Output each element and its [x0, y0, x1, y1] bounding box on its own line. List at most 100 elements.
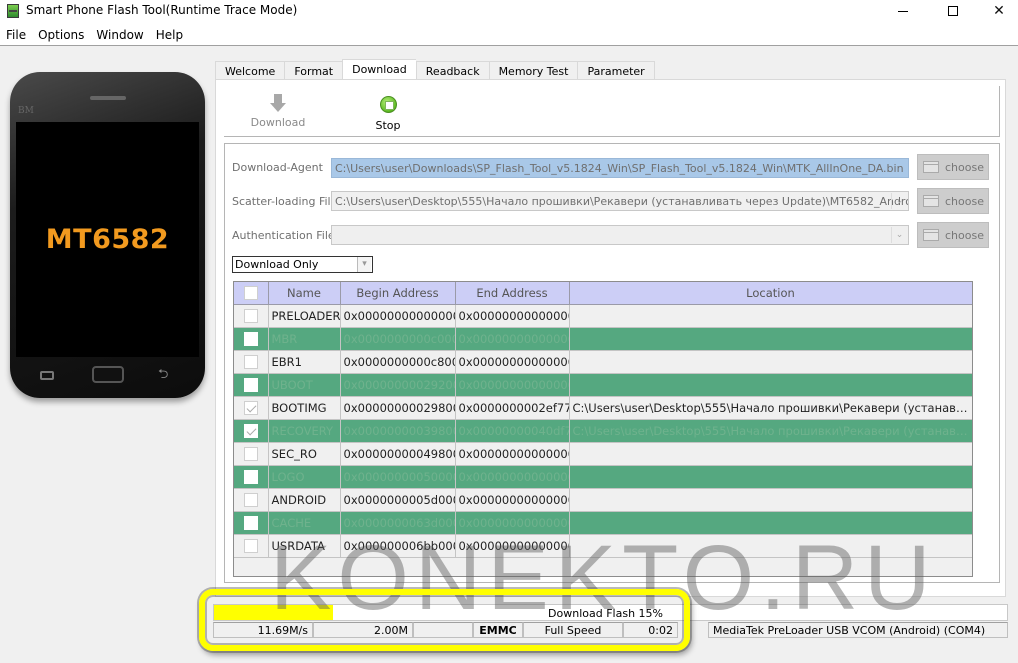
menu-help[interactable]: Help [150, 24, 189, 45]
usb-speed: Full Speed [523, 622, 623, 638]
partition-name: EBR1 [268, 350, 341, 374]
begin-address: 0x0000000063d00000 [340, 511, 456, 535]
choose-download-agent-button[interactable]: choose [917, 154, 989, 180]
tab-memory-test[interactable]: Memory Test [488, 61, 578, 80]
folder-icon [923, 229, 939, 241]
table-row[interactable]: ANDROID0x0000000005d000000x0000000000000… [234, 488, 972, 512]
row-checkbox-cell[interactable] [234, 396, 269, 420]
table-row[interactable]: CACHE0x0000000063d000000x000000000000000… [234, 511, 972, 535]
table-row[interactable]: BOOTIMG0x00000000029800000x0000000002ef7… [234, 396, 972, 420]
row-checkbox-cell[interactable] [234, 350, 269, 374]
tab-parameter[interactable]: Parameter [577, 61, 655, 80]
menu-file[interactable]: File [0, 24, 32, 45]
location [569, 304, 972, 328]
table-row[interactable]: USRDATA0x000000006bb000000x0000000000000… [234, 534, 972, 558]
row-checkbox-cell[interactable] [234, 465, 269, 489]
download-button-label: Download [250, 116, 306, 129]
status-bar: 11.69M/s 2.00M EMMC Full Speed 0:02 Medi… [213, 622, 1010, 638]
phone-back-icon: ⮌ [158, 367, 169, 382]
table-row[interactable]: SEC_RO0x00000000049800000x00000000000000… [234, 442, 972, 466]
end-address: 0x0000000000000000 [455, 373, 570, 397]
chevron-down-icon[interactable]: ⌄ [891, 193, 907, 209]
progress-fill [214, 605, 334, 620]
location [569, 442, 972, 466]
minimize-button[interactable] [880, 0, 926, 22]
begin-address: 0x0000000005000000 [340, 465, 456, 489]
stop-button[interactable]: Stop [358, 94, 418, 132]
choose-label: choose [945, 194, 984, 208]
choose-label: choose [945, 160, 984, 174]
row-checkbox-cell[interactable] [234, 327, 269, 351]
row-checkbox[interactable] [243, 331, 258, 346]
tab-format[interactable]: Format [284, 61, 343, 80]
tab-bar: Welcome Format Download Readback Memory … [215, 59, 655, 80]
maximize-button[interactable] [930, 0, 976, 22]
minimize-icon [898, 10, 908, 12]
row-checkbox-cell[interactable] [234, 511, 269, 535]
phone-home-icon [92, 366, 124, 383]
select-all-checkbox[interactable] [243, 286, 258, 300]
download-toolbar: Download Stop [224, 86, 1000, 137]
location [569, 534, 972, 558]
row-checkbox[interactable] [243, 469, 258, 484]
row-checkbox-cell[interactable] [234, 419, 269, 443]
phone-brand: BM [18, 106, 34, 116]
menu-window[interactable]: Window [90, 24, 149, 45]
row-checkbox[interactable] [243, 538, 258, 553]
row-checkbox-cell[interactable] [234, 488, 269, 512]
table-row[interactable]: LOGO0x00000000050000000x0000000000000000 [234, 465, 972, 489]
partition-name: USRDATA [268, 534, 341, 558]
download-arrow-icon [270, 94, 286, 112]
column-begin-address[interactable]: Begin Address [340, 282, 456, 305]
tab-welcome[interactable]: Welcome [215, 61, 285, 80]
column-name[interactable]: Name [268, 282, 341, 305]
tab-readback[interactable]: Readback [415, 61, 489, 80]
choose-auth-button[interactable]: choose [917, 222, 989, 248]
status-blank [413, 622, 473, 638]
row-checkbox[interactable] [243, 423, 258, 438]
table-row[interactable]: EBR10x0000000000c800000x0000000000000000 [234, 350, 972, 374]
table-row[interactable]: RECOVERY0x00000000039800000x00000000040d… [234, 419, 972, 443]
row-checkbox[interactable] [243, 354, 258, 369]
row-checkbox[interactable] [243, 446, 258, 461]
chevron-down-icon[interactable]: ⌄ [891, 227, 907, 243]
row-checkbox[interactable] [243, 492, 258, 507]
partition-name: CACHE [268, 511, 341, 535]
auth-file-field[interactable]: ⌄ [331, 225, 909, 245]
table-row[interactable]: MBR0x0000000000c000000x0000000000000000 [234, 327, 972, 351]
table-header: Name Begin Address End Address Location [234, 282, 972, 305]
column-location[interactable]: Location [569, 282, 972, 305]
row-checkbox[interactable] [243, 515, 258, 530]
row-checkbox-cell[interactable] [234, 304, 269, 328]
end-address: 0x0000000000000000 [455, 327, 570, 351]
close-button[interactable]: ✕ [976, 0, 1018, 22]
scatter-file-field[interactable]: C:\Users\user\Desktop\555\Начало прошивк… [331, 191, 909, 211]
table-row[interactable]: PRELOADER0x00000000000000000x00000000000… [234, 304, 972, 328]
row-checkbox-cell[interactable] [234, 534, 269, 558]
begin-address: 0x0000000000c80000 [340, 350, 456, 374]
tab-download[interactable]: Download [342, 59, 416, 80]
progress-bar: Download Flash 15% [213, 604, 1008, 621]
title-bar: Smart Phone Flash Tool(Runtime Trace Mod… [0, 0, 1018, 24]
stop-button-label: Stop [375, 119, 401, 132]
begin-address: 0x0000000004980000 [340, 442, 456, 466]
row-checkbox[interactable] [243, 377, 258, 392]
begin-address: 0x0000000002980000 [340, 396, 456, 420]
end-address: 0x00000000040df7ff [455, 419, 570, 443]
download-agent-field[interactable]: C:\Users\user\Downloads\SP_Flash_Tool_v5… [331, 158, 909, 178]
row-checkbox-cell[interactable] [234, 373, 269, 397]
maximize-icon [948, 6, 958, 16]
scatter-file-value: C:\Users\user\Desktop\555\Начало прошивк… [335, 195, 909, 208]
download-mode-select[interactable]: Download Only ▾ [232, 256, 373, 273]
table-row[interactable]: UBOOT0x00000000029200000x000000000000000… [234, 373, 972, 397]
select-all-header[interactable] [234, 282, 269, 305]
row-checkbox-cell[interactable] [234, 442, 269, 466]
partition-name: RECOVERY [268, 419, 341, 443]
row-checkbox[interactable] [243, 400, 258, 415]
download-button[interactable]: Download [248, 94, 308, 129]
menu-options[interactable]: Options [32, 24, 90, 45]
row-checkbox[interactable] [243, 308, 258, 323]
choose-scatter-button[interactable]: choose [917, 188, 989, 214]
auth-file-label: Authentication File [232, 229, 335, 242]
column-end-address[interactable]: End Address [455, 282, 570, 305]
